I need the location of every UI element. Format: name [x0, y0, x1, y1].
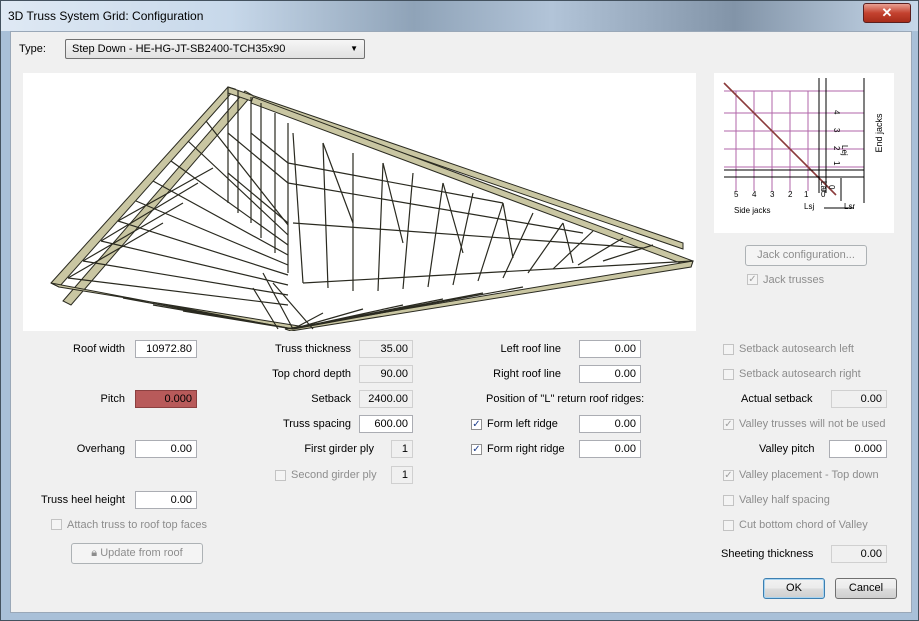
sheeting-thickness-label: Sheeting thickness	[721, 548, 814, 560]
diagram-vertical-4: 4	[832, 110, 841, 115]
form-right-ridge-input[interactable]: 0.00	[579, 440, 641, 458]
roof-width-label: Roof width	[73, 343, 125, 355]
title-bar[interactable]: 3D Truss System Grid: Configuration ✕	[1, 1, 918, 31]
jack-diagram-drawing: 4 3 2 1 0 Lej Lar 5 4 3 2 1 0 Lsj Lsr Si…	[723, 78, 884, 215]
overhang-label: Overhang	[76, 443, 125, 455]
cut-bottom-chord-label: Cut bottom chord of Valley	[739, 519, 868, 531]
valley-half-spacing-label: Valley half spacing	[739, 494, 830, 506]
diagram-horizontal-5: 5	[734, 190, 739, 199]
setback-value: 2400.00	[359, 390, 413, 408]
valley-placement-label: Valley placement - Top down	[739, 469, 879, 481]
position-ridges-label: Position of "L" return roof ridges:	[486, 393, 645, 405]
form-left-ridge-checkbox[interactable]: ✓	[471, 419, 482, 430]
setback-label: Setback	[311, 393, 351, 405]
form-right-ridge-label: Form right ridge	[487, 443, 565, 455]
diagram-vertical-3: 3	[832, 128, 841, 133]
valley-pitch-label: Valley pitch	[759, 443, 815, 455]
first-girder-ply-label: First girder ply	[304, 443, 374, 455]
diagram-lsj: Lsj	[804, 202, 814, 211]
jack-configuration-button[interactable]: Jack configuration...	[745, 245, 867, 266]
setback-autosearch-left-label: Setback autosearch left	[739, 343, 854, 355]
diagram-horizontal-2: 2	[788, 190, 793, 199]
valley-not-used-checkbox[interactable]: ✓	[723, 419, 734, 430]
top-chord-depth-value: 90.00	[359, 365, 413, 383]
diagram-vertical-1: 1	[832, 161, 841, 166]
jack-diagram: 4 3 2 1 0 Lej Lar 5 4 3 2 1 0 Lsj Lsr Si…	[714, 73, 894, 233]
valley-not-used-label: Valley trusses will not be used	[739, 418, 886, 430]
truss-thickness-value: 35.00	[359, 340, 413, 358]
cancel-button[interactable]: Cancel	[835, 578, 897, 599]
dialog-window: 3D Truss System Grid: Configuration ✕ Ty…	[0, 0, 919, 621]
diagram-horizontal-1: 1	[804, 190, 809, 199]
valley-half-spacing-checkbox[interactable]	[723, 495, 734, 506]
form-right-ridge-checkbox[interactable]: ✓	[471, 444, 482, 455]
jack-trusses-checkbox[interactable]: ✓	[747, 274, 758, 285]
left-roof-line-input[interactable]: 0.00	[579, 340, 641, 358]
overhang-input[interactable]: 0.00	[135, 440, 197, 458]
diagram-lej: Lej	[840, 145, 849, 156]
form-left-ridge-label: Form left ridge	[487, 418, 558, 430]
truss-3d-preview[interactable]	[23, 73, 696, 332]
second-girder-ply-checkbox[interactable]	[275, 470, 286, 481]
close-button[interactable]: ✕	[863, 3, 911, 23]
setback-autosearch-right-checkbox[interactable]	[723, 369, 734, 380]
update-from-roof-button[interactable]: 🔒︎ Update from roof	[71, 543, 203, 564]
pitch-input[interactable]: 0.000	[135, 390, 197, 408]
diagram-end-jacks: End jacks	[874, 113, 884, 153]
actual-setback-value: 0.00	[831, 390, 887, 408]
ok-button[interactable]: OK	[763, 578, 825, 599]
type-dropdown[interactable]: Step Down - HE-HG-JT-SB2400-TCH35x90 ▼	[65, 39, 365, 59]
update-from-roof-label: Update from roof	[100, 547, 183, 559]
chevron-down-icon: ▼	[350, 44, 358, 53]
actual-setback-label: Actual setback	[741, 393, 813, 405]
sheeting-thickness-value: 0.00	[831, 545, 887, 563]
first-girder-ply-value: 1	[391, 440, 413, 458]
truss-spacing-input[interactable]: 600.00	[359, 415, 413, 433]
setback-autosearch-right-label: Setback autosearch right	[739, 368, 861, 380]
type-dropdown-value: Step Down - HE-HG-JT-SB2400-TCH35x90	[72, 43, 286, 55]
truss-heel-height-input[interactable]: 0.00	[135, 491, 197, 509]
diagram-horizontal-0: 0	[821, 190, 826, 199]
right-roof-line-input[interactable]: 0.00	[579, 365, 641, 383]
setback-autosearch-left-checkbox[interactable]	[723, 344, 734, 355]
valley-pitch-input[interactable]: 0.000	[829, 440, 887, 458]
diagram-vertical-2: 2	[832, 146, 841, 151]
right-roof-line-label: Right roof line	[493, 368, 561, 380]
diagram-side-jacks: Side jacks	[734, 206, 770, 215]
truss-spacing-label: Truss spacing	[282, 418, 351, 430]
form-left-ridge-input[interactable]: 0.00	[579, 415, 641, 433]
second-girder-ply-label: Second girder ply	[291, 469, 377, 481]
diagram-horizontal-3: 3	[770, 190, 775, 199]
attach-truss-checkbox[interactable]	[51, 519, 62, 530]
truss-members	[67, 87, 694, 330]
roof-width-input[interactable]: 10972.80	[135, 340, 197, 358]
top-chord-depth-label: Top chord depth	[272, 368, 351, 380]
diagram-lsr: Lsr	[844, 202, 855, 211]
truss-thickness-label: Truss thickness	[274, 343, 351, 355]
valley-placement-checkbox[interactable]: ✓	[723, 470, 734, 481]
type-label: Type:	[19, 43, 46, 55]
truss-3d-drawing	[50, 86, 694, 332]
attach-truss-label: Attach truss to roof top faces	[67, 519, 208, 531]
window-title: 3D Truss System Grid: Configuration	[8, 9, 204, 23]
lock-icon: 🔒︎	[91, 547, 101, 559]
second-girder-ply-value: 1	[391, 466, 413, 484]
dialog-client: Type: Step Down - HE-HG-JT-SB2400-TCH35x…	[10, 31, 912, 613]
pitch-label: Pitch	[100, 393, 125, 405]
left-roof-line-label: Left roof line	[500, 343, 561, 355]
diagram-horizontal-4: 4	[752, 190, 757, 199]
cut-bottom-chord-checkbox[interactable]	[723, 520, 734, 531]
truss-heel-height-label: Truss heel height	[41, 494, 125, 506]
jack-trusses-label: Jack trusses	[763, 274, 825, 286]
